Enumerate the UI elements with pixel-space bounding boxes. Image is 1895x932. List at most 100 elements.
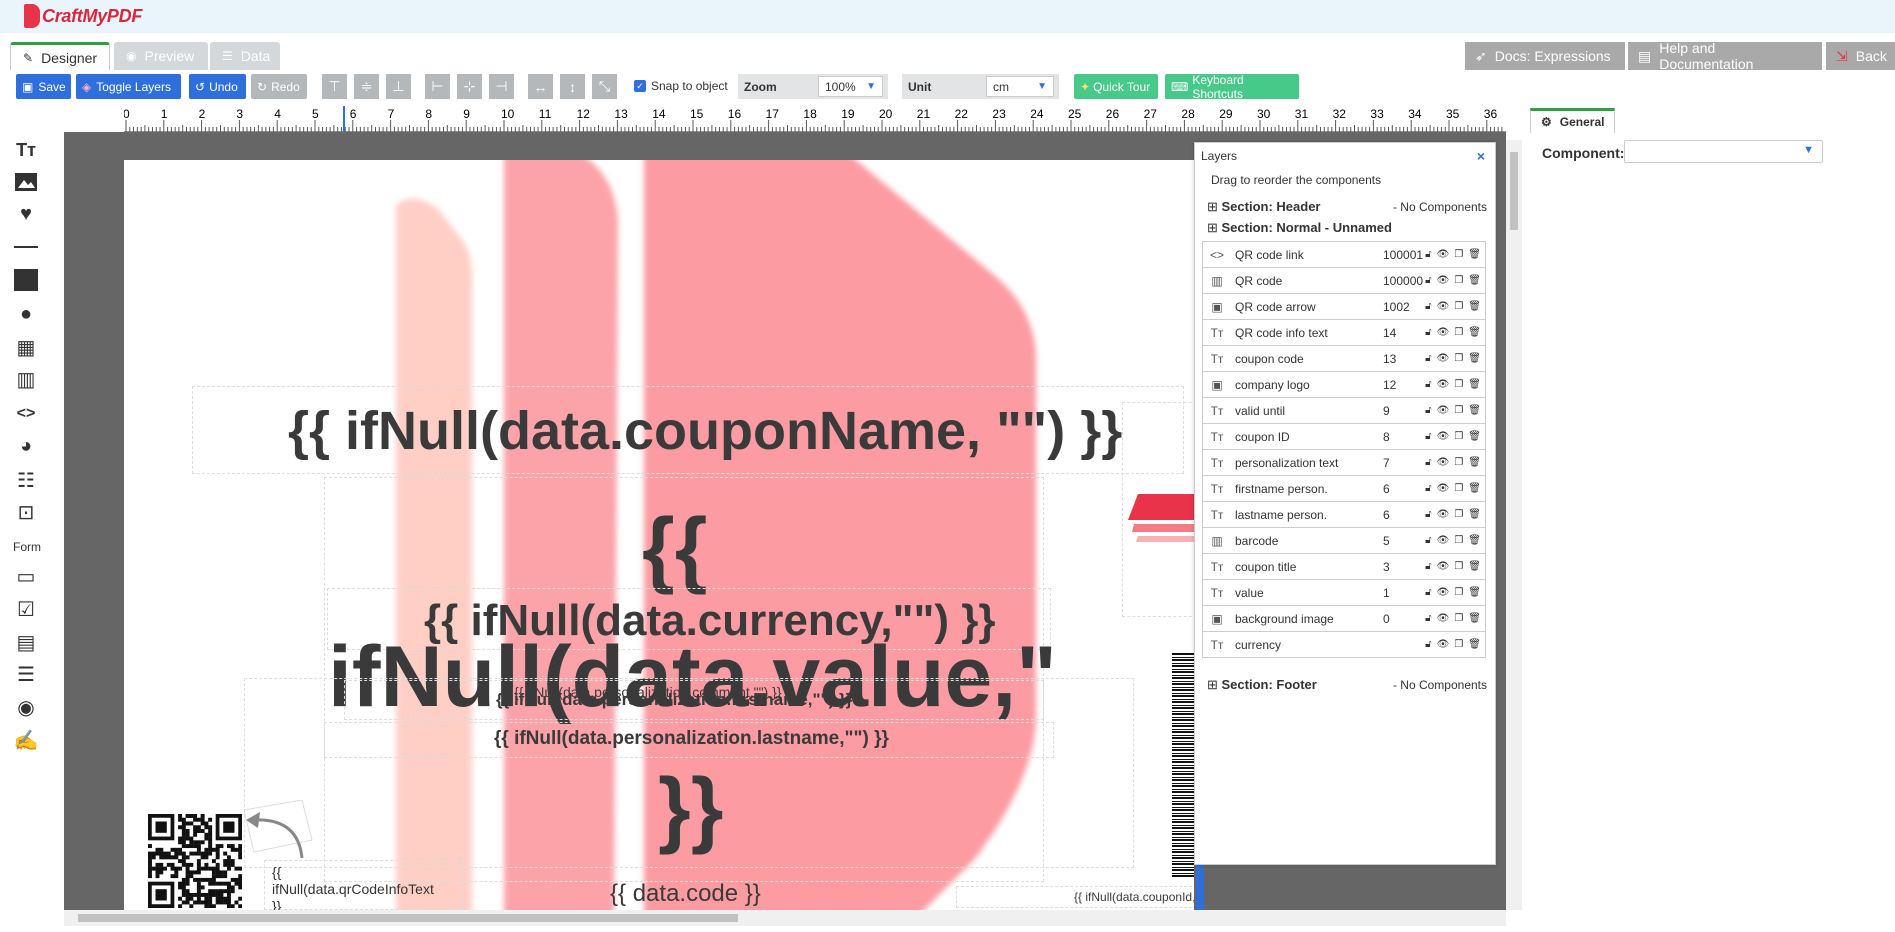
radio-tool-icon[interactable]: ◉ [12,693,40,721]
layer-row[interactable]: ▣ QR code arrow 1002 🔓︎ 👁︎ ❐ 🗑︎ [1203,294,1485,320]
trash-icon[interactable]: 🗑︎ [1468,613,1481,624]
copy-icon[interactable]: ❐ [1454,431,1463,442]
copy-icon[interactable]: ❐ [1454,483,1463,494]
unlock-icon[interactable]: 🔓︎ [1425,327,1431,338]
trash-icon[interactable]: 🗑︎ [1468,535,1481,546]
copy-icon[interactable]: ❐ [1454,379,1463,390]
align-center-button[interactable]: ⊹ [457,74,482,99]
copy-icon[interactable]: ❐ [1454,327,1463,338]
keyboard-shortcuts-button[interactable]: ⌨ Keyboard Shortcuts [1165,73,1299,101]
copy-icon[interactable]: ❐ [1454,405,1463,416]
eye-icon[interactable]: 👁︎ [1437,587,1450,598]
barcode-image[interactable] [1172,652,1194,877]
trash-icon[interactable]: 🗑︎ [1468,457,1481,468]
layer-row[interactable]: Tт QR code info text 14 🔓︎ 👁︎ ❐ 🗑︎ [1203,320,1485,346]
unlock-icon[interactable]: 🔓︎ [1425,379,1431,390]
app-logo[interactable]: CraftMyPDF [24,4,142,28]
trash-icon[interactable]: 🗑︎ [1468,509,1481,520]
help-documentation-button[interactable]: ▤ Help and Documentation [1628,40,1822,72]
unlock-icon[interactable]: 🔓︎ [1425,457,1431,468]
copy-icon[interactable]: ❐ [1454,249,1463,260]
copy-icon[interactable]: ❐ [1454,613,1463,624]
eye-icon[interactable]: 👁︎ [1437,431,1450,442]
eye-icon[interactable]: 👁︎ [1437,561,1450,572]
trash-icon[interactable]: 🗑︎ [1468,275,1481,286]
layer-row[interactable]: ▥ QR code 100000 🔓︎ 👁︎ ❐ 🗑︎ [1203,268,1485,294]
close-icon[interactable]: × [1477,148,1485,164]
snap-checkbox[interactable]: ✓ [634,80,646,92]
layer-row[interactable]: Tт firstname person. 6 🔓︎ 👁︎ ❐ 🗑︎ [1203,476,1485,502]
qrcode-tool-icon[interactable]: ▦ [12,333,40,361]
tab-preview[interactable]: ◉ Preview [114,42,208,70]
coupon-id-text[interactable]: {{ ifNull(data.couponId,"") }} [1074,890,1194,904]
align-bottom-button[interactable]: ⊥ [386,74,411,99]
layer-row[interactable]: ▥ barcode 5 🔓︎ 👁︎ ❐ 🗑︎ [1203,528,1485,554]
layer-row[interactable]: Tт coupon ID 8 🔓︎ 👁︎ ❐ 🗑︎ [1203,424,1485,450]
component-select[interactable]: ▼ [1624,140,1823,163]
table-tool-icon[interactable]: ☷ [12,466,40,494]
horizontal-scrollbar[interactable] [64,910,1506,926]
unlock-icon[interactable]: 🔓︎ [1425,301,1431,312]
layer-row[interactable]: <> QR code link 100001 🔓︎ 👁︎ ❐ 🗑︎ [1203,242,1485,268]
back-button[interactable]: ⇲ Back [1826,42,1895,70]
circle-tool-icon[interactable]: ● [12,300,40,328]
qr-code[interactable] [148,814,243,909]
line-tool-icon[interactable] [12,234,40,262]
copy-icon[interactable]: ❐ [1454,301,1463,312]
copy-icon[interactable]: ❐ [1454,509,1463,520]
unlock-icon[interactable]: 🔓︎ [1425,561,1431,572]
align-left-button[interactable]: ⊢ [425,74,450,99]
eye-icon[interactable]: 👁︎ [1437,301,1450,312]
trash-icon[interactable]: 🗑︎ [1468,587,1481,598]
eye-icon[interactable]: 👁︎ [1437,275,1450,286]
trash-icon[interactable]: 🗑︎ [1468,483,1481,494]
trash-icon[interactable]: 🗑︎ [1468,405,1481,416]
layer-row[interactable]: Tт lastname person. 6 🔓︎ 👁︎ ❐ 🗑︎ [1203,502,1485,528]
unit-select[interactable]: cm ▼ [986,76,1054,97]
distribute-horizontal-button[interactable]: ↔ [528,74,553,99]
snap-to-object-toggle[interactable]: ✓ Snap to object [634,79,728,93]
checkbox-tool-icon[interactable]: ☑ [12,595,40,623]
layer-row[interactable]: Tт coupon code 13 🔓︎ 👁︎ ❐ 🗑︎ [1203,346,1485,372]
trash-icon[interactable]: 🗑︎ [1468,561,1481,572]
copy-icon[interactable]: ❐ [1454,535,1463,546]
copy-icon[interactable]: ❐ [1454,457,1463,468]
redo-button[interactable]: ↻ Redo [251,74,307,99]
align-top-button[interactable]: ⊤ [322,74,347,99]
distribute-vertical-button[interactable]: ↕ [560,74,585,99]
copy-icon[interactable]: ❐ [1454,639,1463,650]
trash-icon[interactable]: 🗑︎ [1468,431,1481,442]
trash-icon[interactable]: 🗑︎ [1468,639,1481,650]
unlock-icon[interactable]: 🔓︎ [1425,249,1431,260]
copy-icon[interactable]: ❐ [1454,353,1463,364]
trash-icon[interactable]: 🗑︎ [1468,353,1481,364]
qr-info-text[interactable]: {{ ifNull(data.qrCodeInfoText }} [272,864,434,910]
image-tool-icon[interactable] [12,168,40,196]
copy-icon[interactable]: ❐ [1454,561,1463,572]
company-logo-frame[interactable] [244,678,1134,868]
unlock-icon[interactable]: 🔓︎ [1425,483,1431,494]
section-normal[interactable]: ⊞ Section: Normal - Unnamed [1207,220,1392,236]
chart-tool-icon[interactable]: ◕ [12,432,40,460]
toggle-layers-button[interactable]: ◈ Toggle Layers [76,74,181,99]
scroll-thumb[interactable] [1510,152,1518,230]
layers-panel[interactable]: Layers × Drag to reorder the components … [1194,142,1496,865]
eye-icon[interactable]: 👁︎ [1437,249,1450,260]
unlock-icon[interactable]: 🔓︎ [1425,613,1431,624]
trash-icon[interactable]: 🗑︎ [1468,301,1481,312]
heart-tool-icon[interactable]: ♥ [12,200,40,228]
eye-icon[interactable]: 👁︎ [1437,639,1450,650]
layer-row[interactable]: Tт value 1 🔓︎ 👁︎ ❐ 🗑︎ [1203,580,1485,606]
unlock-icon[interactable]: 🔓︎ [1425,535,1431,546]
design-page[interactable]: {{ ifNull(data.couponName, "") }} {{ {{ … [124,160,1194,910]
coupon-code-text[interactable]: {{ data.code }} [610,880,761,908]
tab-designer[interactable]: ✎ Designer [10,42,110,70]
scroll-thumb[interactable] [78,914,738,922]
eye-icon[interactable]: 👁︎ [1437,483,1450,494]
trash-icon[interactable]: 🗑︎ [1468,327,1481,338]
code-tool-icon[interactable]: <> [12,400,40,428]
unlock-icon[interactable]: 🔓︎ [1425,405,1431,416]
undo-button[interactable]: ↺ Undo [189,74,246,99]
vertical-scrollbar[interactable] [1506,140,1522,910]
list-tool-icon[interactable]: ☰ [12,660,40,688]
